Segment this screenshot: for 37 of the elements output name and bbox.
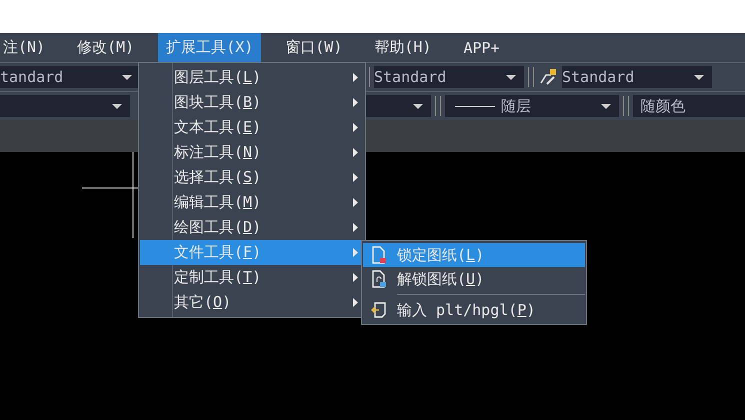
menu-bar-item[interactable]: APP+ — [455, 33, 508, 62]
menu-item[interactable]: 其它(O) — [140, 290, 364, 315]
import-file-icon — [371, 301, 387, 319]
locked-file-icon — [371, 246, 387, 264]
menu-item[interactable]: 解锁图纸(U) — [363, 267, 585, 291]
menu-bar-item[interactable]: 扩展工具(X) — [158, 33, 262, 62]
submenu-arrow-icon — [353, 173, 358, 182]
menu-item[interactable]: 图块工具(B) — [140, 90, 364, 115]
menu-item[interactable]: 图层工具(L) — [140, 65, 364, 90]
submenu-arrow-icon — [353, 123, 358, 132]
style-dropdown[interactable]: Standard — [562, 66, 712, 88]
submenu-arrow-icon — [353, 73, 358, 82]
menu-bar-item[interactable]: 修改(M) — [69, 33, 142, 62]
linetype-dropdown[interactable]: 随层 — [445, 95, 619, 117]
submenu-arrow-icon — [353, 248, 358, 257]
dimension-style-icon[interactable] — [538, 67, 558, 87]
menu-item[interactable]: 选择工具(S) — [140, 165, 364, 190]
style-dropdown[interactable]: tandard — [0, 66, 140, 88]
menu-item[interactable]: 输入 plt/hpgl(P) — [363, 298, 585, 322]
menu-item[interactable]: 定制工具(T) — [140, 265, 364, 290]
style-dropdown[interactable]: Standard — [374, 66, 524, 88]
menu-bar-item[interactable]: 帮助(H) — [366, 33, 440, 62]
menu-item[interactable]: 编辑工具(M) — [140, 190, 364, 215]
menu-bar-item[interactable]: 注(N) — [0, 33, 54, 62]
menu-bar-item[interactable]: 窗口(W) — [277, 33, 350, 62]
property-dropdown[interactable] — [364, 95, 432, 117]
submenu-arrow-icon — [353, 223, 358, 232]
submenu-arrow-icon — [353, 98, 358, 107]
submenu-arrow-icon — [353, 298, 358, 307]
submenu-arrow-icon — [353, 198, 358, 207]
menu-item[interactable]: 绘图工具(D) — [140, 215, 364, 240]
menu-item[interactable]: 标注工具(N) — [140, 140, 364, 165]
menu-item[interactable]: 文本工具(E) — [140, 115, 364, 140]
color-dropdown[interactable]: 随颜色 — [632, 95, 745, 117]
submenu-arrow-icon — [353, 273, 358, 282]
submenu-arrow-icon — [353, 148, 358, 157]
unlocked-file-icon — [371, 270, 387, 288]
